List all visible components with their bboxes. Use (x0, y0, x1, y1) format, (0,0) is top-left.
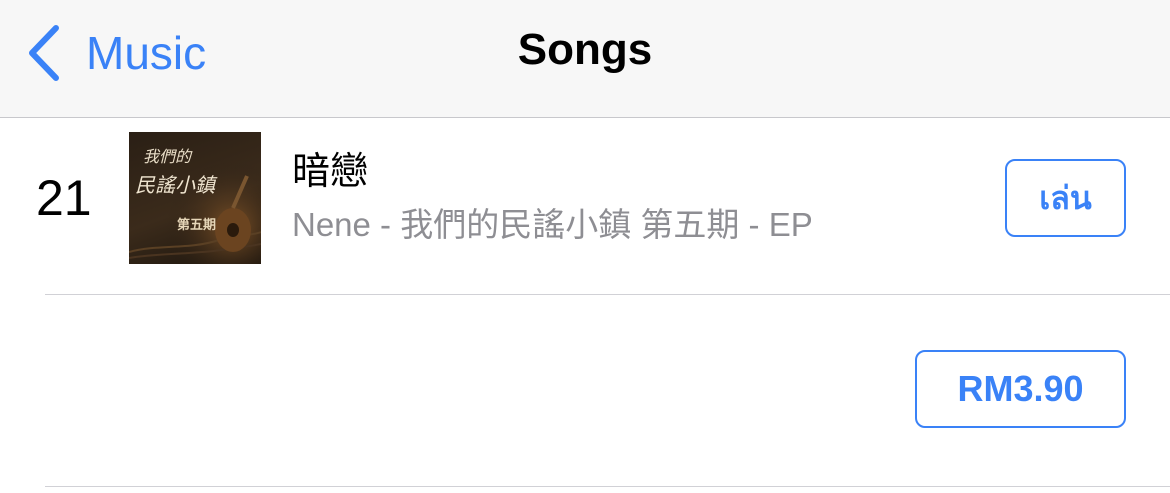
artwork-badge: 第五期 (177, 217, 216, 233)
navigation-bar: Music Songs (0, 0, 1170, 118)
row-divider (45, 486, 1170, 487)
artwork-text-line2: 民謠小鎮 (135, 173, 218, 197)
song-rank: 21 (36, 170, 92, 226)
song-row[interactable]: RM3.90 (0, 295, 1170, 485)
artwork-text-line1: 我們的 (143, 147, 193, 166)
song-row[interactable]: 21 我們的 民謠小鎮 第五期 暗戀 Nene - 我們的民謠小鎮 第五期 - … (0, 118, 1170, 294)
play-button[interactable]: เล่น (1005, 159, 1126, 237)
song-title: 暗戀 (292, 151, 369, 193)
song-subtitle: Nene - 我們的民謠小鎮 第五期 - EP (292, 206, 813, 243)
page-title: Songs (517, 25, 653, 74)
price-button[interactable]: RM3.90 (915, 350, 1126, 428)
album-artwork: 我們的 民謠小鎮 第五期 (129, 132, 261, 264)
